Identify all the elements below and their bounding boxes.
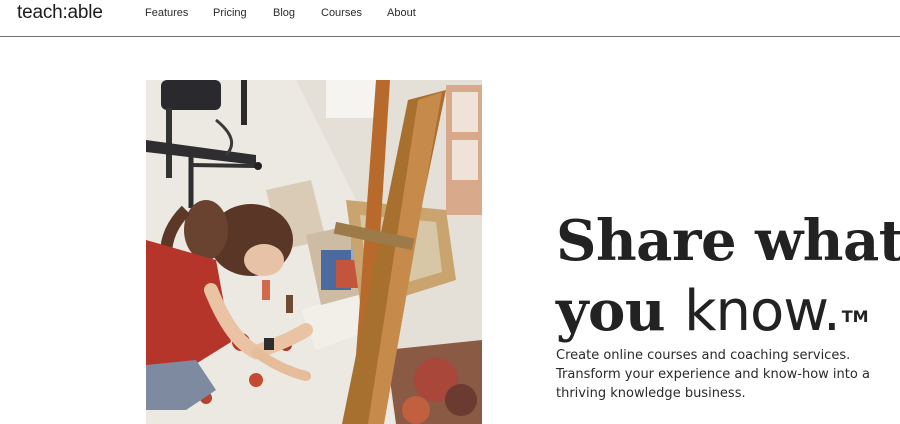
- nav-item-features[interactable]: Features: [145, 6, 188, 20]
- top-navigation: teach:able Features Pricing Blog Courses…: [0, 0, 900, 37]
- hero-subtext-line-2: Transform your experience and know-how i…: [556, 367, 870, 382]
- headline-line-2: you know. TM: [556, 276, 896, 347]
- nav-item-blog[interactable]: Blog: [273, 6, 295, 20]
- headline-know: know.: [684, 278, 841, 344]
- hero-subtext: Create online courses and coaching servi…: [556, 346, 896, 403]
- trademark-symbol: TM: [841, 306, 869, 326]
- artist-illustration: [146, 80, 482, 424]
- nav-item-courses[interactable]: Courses: [321, 6, 362, 20]
- headline-you: you: [556, 277, 685, 344]
- headline-line-1: Share what: [556, 207, 900, 274]
- hero-subtext-line-1: Create online courses and coaching servi…: [556, 348, 851, 363]
- hero-subtext-line-3: thriving knowledge business.: [556, 386, 746, 401]
- nav-item-about[interactable]: About: [387, 6, 416, 20]
- teachable-logo[interactable]: teach:able: [17, 2, 103, 24]
- hero-headline: Share what you know. TM: [556, 206, 900, 347]
- hero-image-artist-painting: [146, 80, 482, 424]
- nav-item-pricing[interactable]: Pricing: [213, 6, 247, 20]
